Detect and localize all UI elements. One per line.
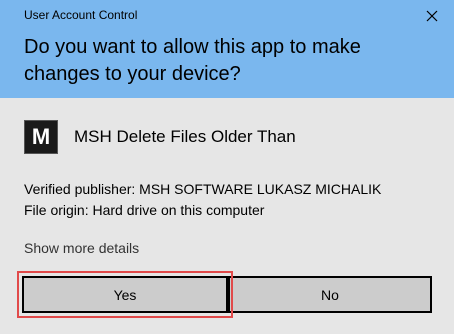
window-title: User Account Control [24,8,138,22]
origin-line: File origin: Hard drive on this computer [24,202,265,218]
app-icon: M [24,120,58,154]
prompt-question: Do you want to allow this app to make ch… [24,36,361,85]
app-info: Verified publisher: MSH SOFTWARE LUKASZ … [24,179,381,221]
publisher-line: Verified publisher: MSH SOFTWARE LUKASZ … [24,181,382,197]
app-name: MSH Delete Files Older Than [74,127,296,146]
app-row: M MSH Delete Files Older Than [24,120,296,154]
uac-dialog: User Account Control Do you want to allo… [0,0,454,334]
show-more-details-link[interactable]: Show more details [24,240,139,256]
no-button[interactable]: No [228,276,432,313]
dialog-header: User Account Control Do you want to allo… [0,0,454,98]
close-icon[interactable] [422,6,442,26]
yes-button[interactable]: Yes [22,276,228,313]
close-x-glyph [426,10,438,22]
